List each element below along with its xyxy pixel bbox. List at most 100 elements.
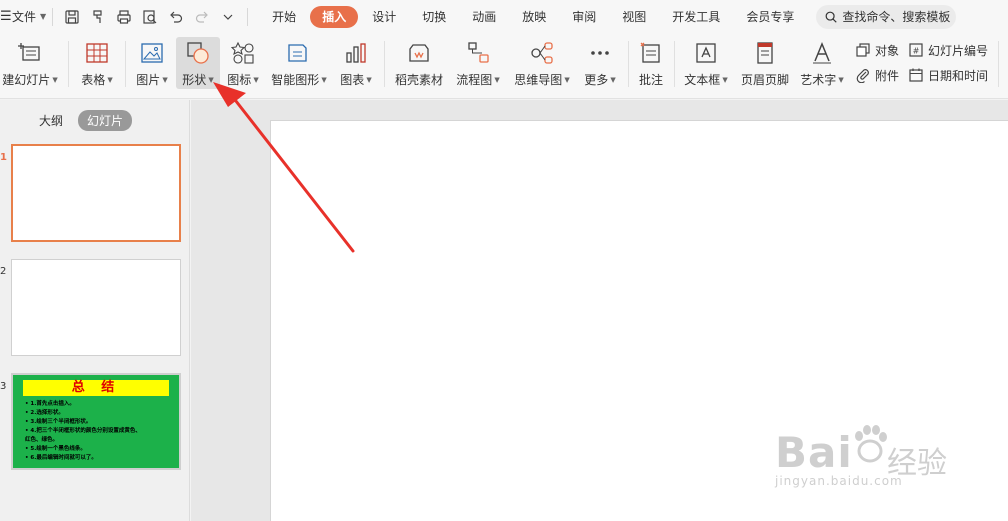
date-time-label: 日期和时间 bbox=[928, 68, 989, 83]
more-icon bbox=[587, 40, 613, 66]
search-placeholder: 查找命令、搜索模板 bbox=[842, 10, 951, 24]
thumbnail-line: • 5.绘制一个黑色线条。 bbox=[25, 446, 86, 452]
thumbnail-line: • 4.把三个半闭框形状的颜色分别设置成黄色、 bbox=[25, 428, 141, 434]
chart-label: 图表 bbox=[340, 73, 365, 87]
mindmap-label: 思维导图 bbox=[514, 73, 563, 87]
smartart-icon bbox=[286, 40, 312, 66]
tab-slideshow[interactable]: 放映 bbox=[510, 6, 558, 28]
mindmap-icon bbox=[529, 40, 555, 66]
paperclip-icon bbox=[856, 69, 869, 83]
thumbnail-title: 总 结 bbox=[23, 380, 169, 396]
hamburger-icon: ☰ bbox=[0, 9, 12, 24]
icon-label: 图标 bbox=[227, 73, 252, 87]
print-preview-icon[interactable] bbox=[139, 6, 161, 28]
date-time-button[interactable]: 日期和时间 bbox=[908, 64, 988, 86]
divider bbox=[628, 41, 629, 87]
slide-number-label: 幻灯片编号 bbox=[928, 43, 989, 58]
file-menu-label: 文件 bbox=[12, 10, 37, 24]
tab-membership[interactable]: 会员专享 bbox=[734, 6, 806, 28]
watermark-url: jingyan.baidu.com bbox=[775, 474, 903, 488]
tab-transitions[interactable]: 切换 bbox=[410, 6, 458, 28]
tab-home[interactable]: 开始 bbox=[260, 6, 308, 28]
divider bbox=[384, 41, 385, 87]
tab-review[interactable]: 审阅 bbox=[560, 6, 608, 28]
comment-button[interactable]: 批注 bbox=[634, 37, 668, 89]
docer-material-icon bbox=[406, 40, 432, 66]
shape-icon bbox=[185, 40, 211, 66]
smartart-button[interactable]: 智能图形 ▼ bbox=[268, 37, 330, 89]
thumbnail-line: • 3.绘制三个半闭框形状。 bbox=[25, 419, 92, 425]
mindmap-button[interactable]: 思维导图 ▼ bbox=[510, 37, 574, 89]
slide-thumbnail-1[interactable] bbox=[11, 144, 181, 242]
picture-icon bbox=[139, 40, 165, 66]
divider bbox=[125, 41, 126, 87]
attachment-label: 附件 bbox=[875, 68, 900, 83]
tab-slides[interactable]: 幻灯片 bbox=[78, 110, 133, 131]
customize-toolbar-icon[interactable] bbox=[217, 6, 239, 28]
slide-thumbnail-3[interactable]: 总 结 • 1.首先点击插入。 • 2.选择形状。 • 3.绘制三个半闭框形状。… bbox=[11, 373, 181, 470]
textbox-icon bbox=[693, 40, 719, 66]
comment-label: 批注 bbox=[638, 73, 663, 87]
table-button[interactable]: 表格 ▼ bbox=[76, 37, 118, 89]
shape-button[interactable]: 形状 ▼ bbox=[176, 37, 220, 89]
wordart-button[interactable]: 艺术字 ▼ bbox=[798, 37, 846, 89]
icon-button[interactable]: 图标 ▼ bbox=[224, 37, 262, 89]
undo-icon[interactable] bbox=[165, 6, 187, 28]
tab-developer[interactable]: 开发工具 bbox=[660, 6, 732, 28]
new-slide-button[interactable]: 建幻灯片 ▼ bbox=[0, 37, 60, 89]
picture-label: 图片 bbox=[136, 73, 161, 87]
redo-icon[interactable] bbox=[191, 6, 213, 28]
thumbnail-line: • 1.首先点击插入。 bbox=[25, 401, 75, 407]
thumbnail-line: 红色、绿色。 bbox=[25, 437, 59, 443]
slide-number-button[interactable]: # 幻灯片编号 bbox=[908, 39, 988, 61]
new-slide-icon bbox=[17, 40, 43, 66]
chart-icon bbox=[343, 40, 369, 66]
svg-text:#: # bbox=[913, 47, 920, 56]
format-painter-icon[interactable] bbox=[87, 6, 109, 28]
slide-number-icon: # bbox=[909, 43, 923, 57]
slide-number: 3 bbox=[0, 381, 7, 392]
file-menu[interactable]: ☰ 文件 ▼ bbox=[0, 0, 46, 33]
object-button[interactable]: 对象 bbox=[855, 39, 899, 61]
paw-icon bbox=[853, 424, 887, 467]
tab-view[interactable]: 视图 bbox=[610, 6, 658, 28]
calendar-icon bbox=[909, 68, 923, 82]
picture-button[interactable]: 图片 ▼ bbox=[132, 37, 172, 89]
new-slide-label: 建幻灯片 bbox=[2, 73, 51, 87]
divider bbox=[247, 7, 249, 26]
baidu-watermark: Bai 经验 jingyan.baidu.com bbox=[775, 410, 995, 500]
flowchart-button[interactable]: 流程图 ▼ bbox=[454, 37, 502, 89]
smartart-label: 智能图形 bbox=[271, 73, 320, 87]
more-label: 更多 bbox=[584, 73, 609, 87]
insert-ribbon: 建幻灯片 ▼ 表格 ▼ 图片 ▼ 形状 ▼ 图标 ▼ 智能图形 ▼ 图表 ▼ 稻壳素材 流程图… bbox=[0, 33, 1008, 99]
tab-outline[interactable]: 大纲 bbox=[30, 110, 72, 131]
slide-thumbnail-2[interactable] bbox=[11, 259, 181, 356]
textbox-label: 文本框 bbox=[684, 73, 721, 87]
docer-material-label: 稻壳素材 bbox=[394, 73, 443, 87]
slide-number: 1 bbox=[0, 152, 7, 163]
docer-material-button[interactable]: 稻壳素材 bbox=[392, 37, 446, 89]
slide-number: 2 bbox=[0, 266, 7, 277]
textbox-button[interactable]: 文本框 ▼ bbox=[680, 37, 732, 89]
header-footer-icon bbox=[752, 40, 778, 66]
attachment-button[interactable]: 附件 bbox=[855, 64, 899, 86]
wordart-label: 艺术字 bbox=[800, 73, 837, 87]
header-footer-button[interactable]: 页眉页脚 bbox=[738, 37, 792, 89]
object-icon bbox=[856, 43, 870, 57]
tab-design[interactable]: 设计 bbox=[360, 6, 408, 28]
divider bbox=[52, 7, 54, 26]
table-label: 表格 bbox=[81, 73, 106, 87]
comment-icon bbox=[638, 40, 664, 66]
save-icon[interactable] bbox=[61, 6, 83, 28]
menu-bar: ☰ 文件 ▼ 开始 插入 设计 切换 动画 放映 审阅 视图 开发工具 会员专享… bbox=[0, 0, 1008, 33]
object-label: 对象 bbox=[875, 43, 900, 58]
table-icon bbox=[84, 40, 110, 66]
chart-button[interactable]: 图表 ▼ bbox=[336, 37, 376, 89]
print-icon[interactable] bbox=[113, 6, 135, 28]
chevron-down-icon: ▼ bbox=[40, 12, 47, 21]
tab-insert[interactable]: 插入 bbox=[310, 5, 359, 28]
thumbnail-line: • 6.最后编辑时间就可以了。 bbox=[25, 455, 97, 461]
tab-animations[interactable]: 动画 bbox=[460, 6, 508, 28]
command-search[interactable]: 查找命令、搜索模板 bbox=[816, 4, 957, 29]
more-button[interactable]: 更多 ▼ bbox=[580, 37, 620, 89]
